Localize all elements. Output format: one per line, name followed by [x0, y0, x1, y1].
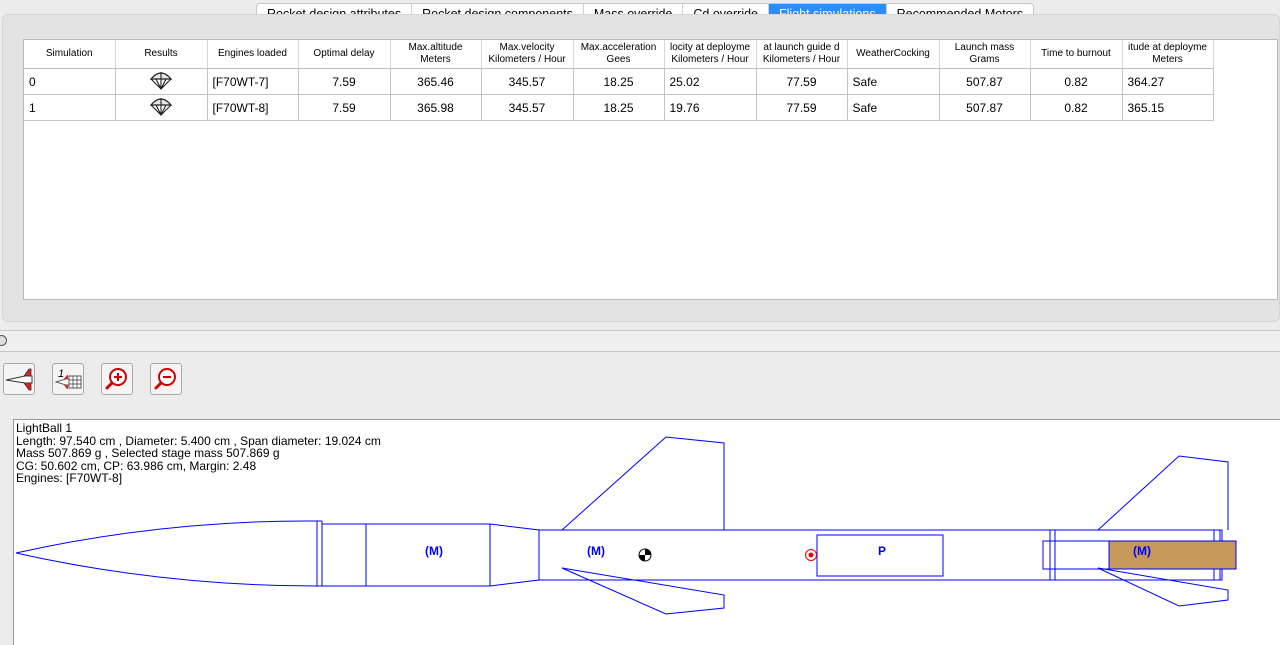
front-fin-lower	[561, 567, 725, 615]
cell-simulation: 1	[24, 94, 116, 121]
cell-results[interactable]	[115, 68, 208, 95]
simulations-table-container: Simulation Results Engines loaded Optima…	[23, 39, 1278, 300]
cell-max-acceleration: 18.25	[573, 68, 665, 95]
cell-burnout: 0.82	[1030, 94, 1123, 121]
nose-cone	[15, 520, 318, 587]
mass-label-motor: (M)	[1133, 544, 1151, 558]
rocket-view-button[interactable]	[3, 363, 35, 395]
header-line2: Meters	[1152, 54, 1183, 65]
cell-max-velocity: 345.57	[481, 68, 574, 95]
header-line1: Max.altitude	[408, 42, 463, 53]
transition	[489, 523, 540, 587]
cg-marker	[638, 548, 652, 562]
cell-engines: [F70WT-8]	[207, 94, 299, 121]
simulations-table: Simulation Results Engines loaded Optima…	[24, 40, 1214, 121]
cell-altitude-deployment: 364.27	[1122, 68, 1214, 95]
cell-velocity-deployment: 25.02	[664, 68, 757, 95]
column-header[interactable]: Max.altitude Meters	[390, 40, 482, 69]
header-line1: itude at deployme	[1128, 42, 1207, 53]
front-fin-upper	[561, 436, 725, 531]
rocket-drawing: (M) (M) P (M)	[15, 436, 1237, 615]
column-header[interactable]: Time to burnout	[1030, 40, 1123, 69]
cell-launch-mass: 507.87	[939, 94, 1031, 121]
header-line1: locity at deployme	[669, 42, 751, 53]
header-line1: Time to burnout	[1041, 48, 1111, 59]
zoom-out-icon	[154, 368, 176, 390]
cell-max-velocity: 345.57	[481, 94, 574, 121]
rocket-view-icon	[5, 368, 33, 391]
rocket-design-canvas[interactable]: LightBall 1 Length: 97.540 cm , Diameter…	[13, 419, 1280, 645]
parachute-label: P	[878, 544, 886, 558]
cell-delay: 7.59	[298, 94, 391, 121]
column-header[interactable]: itude at deployme Meters	[1122, 40, 1214, 69]
cp-marker	[805, 549, 817, 561]
column-header[interactable]: at launch guide d Kilometers / Hour	[756, 40, 848, 69]
mass-label-body: (M)	[587, 544, 605, 558]
header-line1: Optimal delay	[313, 48, 375, 59]
column-header[interactable]: Max.acceleration Gees	[573, 40, 665, 69]
table-header-row: Simulation Results Engines loaded Optima…	[24, 40, 1214, 69]
splitter-handle-icon[interactable]	[0, 335, 7, 346]
header-line1: Max.acceleration	[580, 42, 657, 53]
table-row[interactable]: 0 [F70WT-7] 7.59 365.46 345.57 18.25 25.…	[24, 68, 1214, 95]
zoom-out-button[interactable]	[150, 363, 182, 395]
column-header[interactable]: Launch mass Grams	[939, 40, 1031, 69]
cell-velocity-guide: 77.59	[756, 68, 848, 95]
header-line1: WeatherCocking	[856, 48, 930, 59]
rear-fin-upper	[1097, 455, 1229, 531]
column-header[interactable]: Optimal delay	[298, 40, 391, 69]
cell-delay: 7.59	[298, 68, 391, 95]
header-line1: Results	[144, 48, 178, 59]
view-toolbar: 1	[3, 363, 182, 395]
stage-table-button[interactable]: 1	[52, 363, 84, 395]
header-line1: Engines loaded	[218, 48, 287, 59]
header-line1: Max.velocity	[499, 42, 555, 53]
column-header[interactable]: Engines loaded	[207, 40, 299, 69]
zoom-in-button[interactable]	[101, 363, 133, 395]
header-line2: Kilometers / Hour	[671, 54, 749, 65]
cell-launch-mass: 507.87	[939, 68, 1031, 95]
cell-burnout: 0.82	[1030, 68, 1123, 95]
cell-velocity-guide: 77.59	[756, 94, 848, 121]
cell-results[interactable]	[115, 94, 208, 121]
rear-fin-lower	[1097, 567, 1229, 607]
cell-max-altitude: 365.46	[390, 68, 482, 95]
header-line1: Simulation	[45, 48, 93, 59]
motor	[1108, 540, 1237, 570]
zoom-in-icon	[105, 368, 127, 390]
cell-engines: [F70WT-7]	[207, 68, 299, 95]
cell-max-altitude: 365.98	[390, 94, 482, 121]
header-line1: at launch guide d	[763, 42, 840, 53]
header-line2: Kilometers / Hour	[488, 54, 566, 65]
column-header[interactable]: locity at deployme Kilometers / Hour	[664, 40, 757, 69]
cell-velocity-deployment: 19.76	[664, 94, 757, 121]
header-line2: Meters	[420, 54, 451, 65]
stage-table-icon: 1	[54, 368, 82, 389]
cell-weathercocking: Safe	[847, 68, 940, 95]
header-line2: Gees	[606, 54, 631, 65]
header-line1: Launch mass	[954, 42, 1015, 53]
svg-text:1: 1	[58, 368, 64, 380]
header-line2: Kilometers / Hour	[762, 54, 841, 65]
column-header[interactable]: WeatherCocking	[847, 40, 940, 69]
parachute-icon	[149, 72, 173, 91]
cell-simulation: 0	[24, 68, 116, 95]
cell-max-acceleration: 18.25	[573, 94, 665, 121]
splitter[interactable]	[0, 330, 1280, 352]
table-row[interactable]: 1 [F70WT-8] 7.59 365.98 345.57 18.25 19.…	[24, 94, 1214, 121]
parachute-icon	[149, 98, 173, 117]
column-header[interactable]: Simulation	[24, 40, 116, 69]
column-header[interactable]: Results	[115, 40, 208, 69]
header-line2: Grams	[969, 54, 1000, 65]
mass-label-upper: (M)	[425, 544, 443, 558]
column-header[interactable]: Max.velocity Kilometers / Hour	[481, 40, 574, 69]
cell-weathercocking: Safe	[847, 94, 940, 121]
cell-altitude-deployment: 365.15	[1122, 94, 1214, 121]
